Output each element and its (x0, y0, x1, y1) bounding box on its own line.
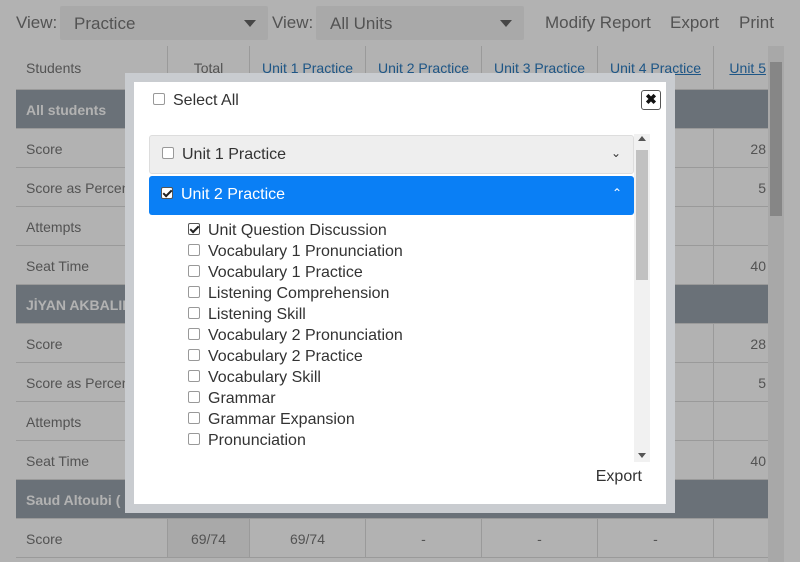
checkbox-icon[interactable] (188, 327, 200, 340)
section-label: Unit 2 Practice (181, 186, 286, 203)
checkbox-icon[interactable] (162, 146, 174, 159)
scrollbar-thumb[interactable] (636, 150, 648, 280)
activity-checkbox-item[interactable]: Grammar (188, 390, 276, 408)
activity-label: Vocabulary 2 Pronunciation (208, 327, 403, 344)
checkbox-icon[interactable] (161, 186, 173, 199)
checkbox-icon[interactable] (188, 222, 200, 235)
checkbox-icon[interactable] (188, 285, 200, 298)
activity-label: Vocabulary 1 Pronunciation (208, 243, 403, 260)
checkbox-icon[interactable] (188, 243, 200, 256)
activity-checkbox-item[interactable]: Listening Skill (188, 306, 306, 324)
activity-label: Vocabulary 2 Practice (208, 348, 363, 365)
activity-label: Grammar Expansion (208, 411, 355, 428)
activity-checkbox-item[interactable]: Unit Question Discussion (188, 222, 387, 240)
scroll-down-icon[interactable] (638, 453, 646, 458)
modal-export-button[interactable]: Export (596, 468, 642, 486)
checkbox-icon[interactable] (153, 92, 165, 105)
section-label: Unit 1 Practice (182, 146, 287, 163)
section-unit-1-practice[interactable]: Unit 1 Practice ⌄ (149, 135, 634, 174)
activity-label: Vocabulary Skill (208, 369, 321, 386)
activity-label: Listening Skill (208, 306, 306, 323)
chevron-down-icon: ⌄ (610, 146, 621, 160)
checkbox-icon[interactable] (188, 390, 200, 403)
checkbox-icon[interactable] (188, 369, 200, 382)
activity-label: Grammar (208, 390, 276, 407)
chevron-up-icon: ⌃ (611, 186, 622, 200)
select-all-checkbox[interactable]: Select All (153, 92, 239, 110)
activity-checkbox-item[interactable]: Vocabulary 1 Practice (188, 264, 363, 282)
activity-label: Vocabulary 1 Practice (208, 264, 363, 281)
checkbox-icon[interactable] (188, 348, 200, 361)
activity-checkbox-item[interactable]: Pronunciation (188, 432, 306, 450)
activity-label: Listening Comprehension (208, 285, 390, 302)
checkbox-icon[interactable] (188, 264, 200, 277)
activity-checkbox-item[interactable]: Vocabulary Skill (188, 369, 321, 387)
checkbox-icon[interactable] (188, 432, 200, 445)
activity-checkbox-item[interactable]: Listening Comprehension (188, 285, 389, 303)
modal-body: Select All ✖ Unit 1 Practice ⌄ Unit 2 Pr… (134, 82, 666, 504)
scroll-up-icon[interactable] (638, 136, 646, 141)
modal-scrollbar[interactable] (634, 134, 650, 462)
section-unit-2-practice[interactable]: Unit 2 Practice ⌃ (149, 176, 634, 215)
units-list: Unit 1 Practice ⌄ Unit 2 Practice ⌃ Unit… (149, 125, 649, 461)
checkbox-icon[interactable] (188, 411, 200, 424)
activity-label: Unit Question Discussion (208, 222, 387, 239)
activity-label: Pronunciation (208, 432, 306, 449)
activity-checkbox-item[interactable]: Vocabulary 2 Pronunciation (188, 327, 403, 345)
checkbox-icon[interactable] (188, 306, 200, 319)
activity-checkbox-item[interactable]: Grammar Expansion (188, 411, 355, 429)
activity-checkbox-item[interactable]: Vocabulary 2 Practice (188, 348, 363, 366)
export-modal: Select All ✖ Unit 1 Practice ⌄ Unit 2 Pr… (125, 73, 675, 513)
activity-checkbox-item[interactable]: Vocabulary 1 Pronunciation (188, 243, 403, 261)
select-all-label: Select All (173, 92, 239, 109)
close-button[interactable]: ✖ (641, 90, 661, 110)
